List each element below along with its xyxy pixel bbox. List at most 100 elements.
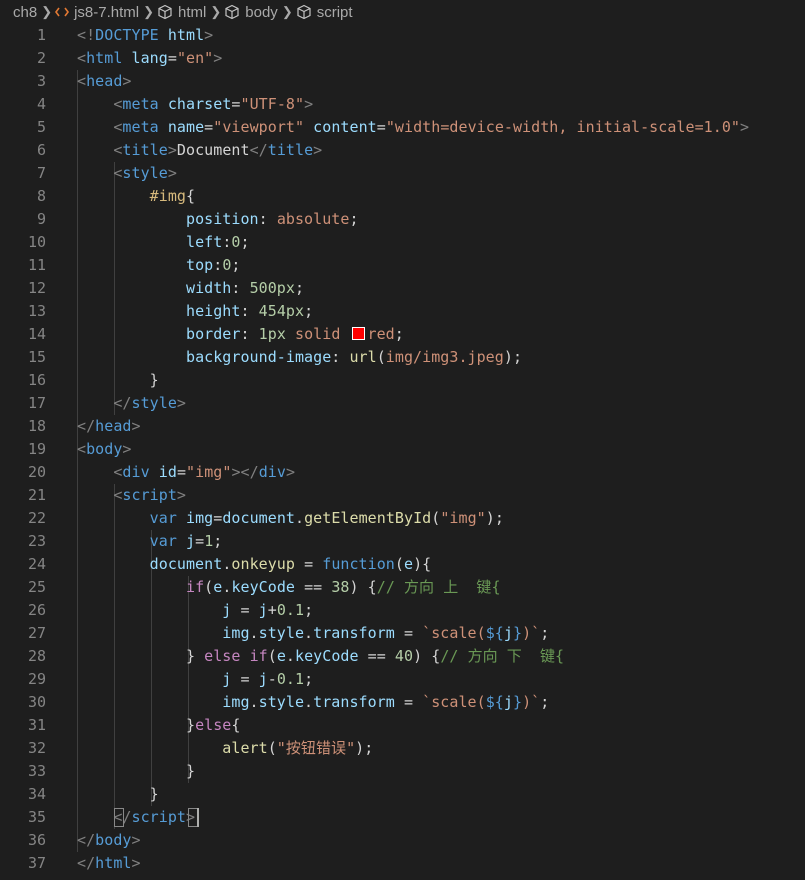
code-token: ( <box>394 555 404 573</box>
code-token: == <box>358 647 395 665</box>
code-line[interactable]: 36 </body> <box>0 829 805 852</box>
code-line[interactable]: 28 } else if(e.keyCode == 40) {// 方向 下 键… <box>0 645 805 668</box>
code-line[interactable]: 11 top:0; <box>0 254 805 277</box>
code-token: height <box>185 302 241 320</box>
code-line[interactable]: 14 border: 1px solid red; <box>0 323 805 346</box>
code-token: < <box>77 49 87 67</box>
code-token: script <box>131 808 186 826</box>
code-line[interactable]: 8 #img{ <box>0 185 805 208</box>
breadcrumb-folder-label: ch8 <box>13 3 38 21</box>
line-number: 18 <box>27 417 46 435</box>
cube-icon <box>224 4 240 20</box>
code-line[interactable]: 6 <title>Document</title> <box>0 139 805 162</box>
code-line[interactable]: 26 j = j+0.1; <box>0 599 805 622</box>
code-token: > <box>176 394 186 412</box>
code-token: = <box>176 463 187 481</box>
code-token: . <box>285 647 296 665</box>
line-number: 12 <box>27 279 46 297</box>
breadcrumb-body-label: body <box>245 3 278 21</box>
code-token: getElementById <box>304 509 432 527</box>
code-token: ( <box>267 647 277 665</box>
code-text: img.style.transform = `scale(${j})`; <box>77 691 549 714</box>
code-token: > <box>122 72 132 90</box>
code-token: ) { <box>413 647 441 665</box>
line-number: 4 <box>36 95 46 113</box>
code-line[interactable]: 7 <style> <box>0 162 805 185</box>
code-line[interactable]: 4 <meta charset="UTF-8"> <box>0 93 805 116</box>
code-text: position: absolute; <box>77 208 359 231</box>
code-line[interactable]: 33 } <box>0 760 805 783</box>
code-line[interactable]: 3 <head> <box>0 70 805 93</box>
code-line[interactable]: 24 document.onkeyup = function(e){ <box>0 553 805 576</box>
breadcrumb-body[interactable]: body <box>224 4 278 21</box>
line-number: 3 <box>36 72 46 90</box>
line-number: 28 <box>27 647 46 665</box>
code-token: } <box>77 716 196 734</box>
code-editor[interactable]: 1 <!DOCTYPE html> 2 <html lang="en"> 3 <head>… <box>0 24 805 880</box>
code-line[interactable]: 31 }else{ <box>0 714 805 737</box>
code-line[interactable]: 34 } <box>0 783 805 806</box>
line-number: 19 <box>27 440 46 458</box>
code-token: style <box>258 624 305 642</box>
line-number: 9 <box>36 210 46 228</box>
code-line[interactable]: 30 img.style.transform = `scale(${j})`; <box>0 691 805 714</box>
code-line[interactable]: 29 j = j-0.1; <box>0 668 805 691</box>
breadcrumb-file-label: js8-7.html <box>74 3 140 21</box>
line-number: 26 <box>27 601 46 619</box>
code-token: } <box>77 785 159 803</box>
code-token: = <box>394 624 423 642</box>
code-token: ; <box>231 256 241 274</box>
code-token: style <box>258 693 305 711</box>
code-line[interactable]: 9 position: absolute; <box>0 208 805 231</box>
color-swatch-icon[interactable] <box>351 327 365 340</box>
code-line[interactable]: 25 if(e.keyCode == 38) {// 方向 上 键{ <box>0 576 805 599</box>
code-line[interactable]: 15 background-image: url(img/img3.jpeg); <box>0 346 805 369</box>
code-token: "width=device-width, initial-scale=1.0" <box>385 118 740 136</box>
code-token: ) { <box>349 578 377 596</box>
code-token: document <box>222 509 295 527</box>
breadcrumb-file[interactable]: js8-7.html <box>55 4 139 21</box>
code-line[interactable]: 22 var img=document.getElementById("img"… <box>0 507 805 530</box>
code-text: document.onkeyup = function(e){ <box>77 553 432 576</box>
breadcrumb-script[interactable]: script <box>296 4 353 21</box>
breadcrumb-folder[interactable]: ch8 <box>13 4 37 21</box>
chevron-right-icon: ❯ <box>41 4 53 19</box>
code-token: ; <box>304 670 314 688</box>
code-line[interactable]: 17 </style> <box>0 392 805 415</box>
code-token: div <box>122 463 150 481</box>
code-line[interactable]: 27 img.style.transform = `scale(${j})`; <box>0 622 805 645</box>
code-token: ( <box>267 739 277 757</box>
code-line[interactable]: 2 <html lang="en"> <box>0 47 805 70</box>
code-line[interactable]: 37 </html> <box>0 852 805 875</box>
breadcrumb-html[interactable]: html <box>157 4 206 21</box>
code-line[interactable]: 10 left:0; <box>0 231 805 254</box>
code-token: width <box>185 279 232 297</box>
code-token: > <box>285 463 296 481</box>
code-line[interactable]: 16 } <box>0 369 805 392</box>
code-text: background-image: url(img/img3.jpeg); <box>77 346 522 369</box>
code-line[interactable]: 5 <meta name="viewport" content="width=d… <box>0 116 805 139</box>
code-token: ; <box>294 279 305 297</box>
code-token: } <box>77 647 205 665</box>
line-number: 37 <box>27 854 46 872</box>
code-line[interactable]: 32 alert("按钮错误"); <box>0 737 805 760</box>
code-token: left <box>185 233 223 251</box>
code-line[interactable]: 23 var j=1; <box>0 530 805 553</box>
line-number: 21 <box>27 486 46 504</box>
code-token: keyCode <box>295 647 359 665</box>
code-line[interactable]: 21 <script> <box>0 484 805 507</box>
code-line[interactable]: 13 height: 454px; <box>0 300 805 323</box>
code-line[interactable]: 1 <!DOCTYPE html> <box>0 24 805 47</box>
code-token: e <box>403 555 414 573</box>
code-token: </ <box>77 854 96 872</box>
code-line[interactable]: 20 <div id="img"></div> <box>0 461 805 484</box>
code-line[interactable]: 19 <body> <box>0 438 805 461</box>
code-line[interactable]: 18 </head> <box>0 415 805 438</box>
code-line[interactable]: 12 width: 500px; <box>0 277 805 300</box>
